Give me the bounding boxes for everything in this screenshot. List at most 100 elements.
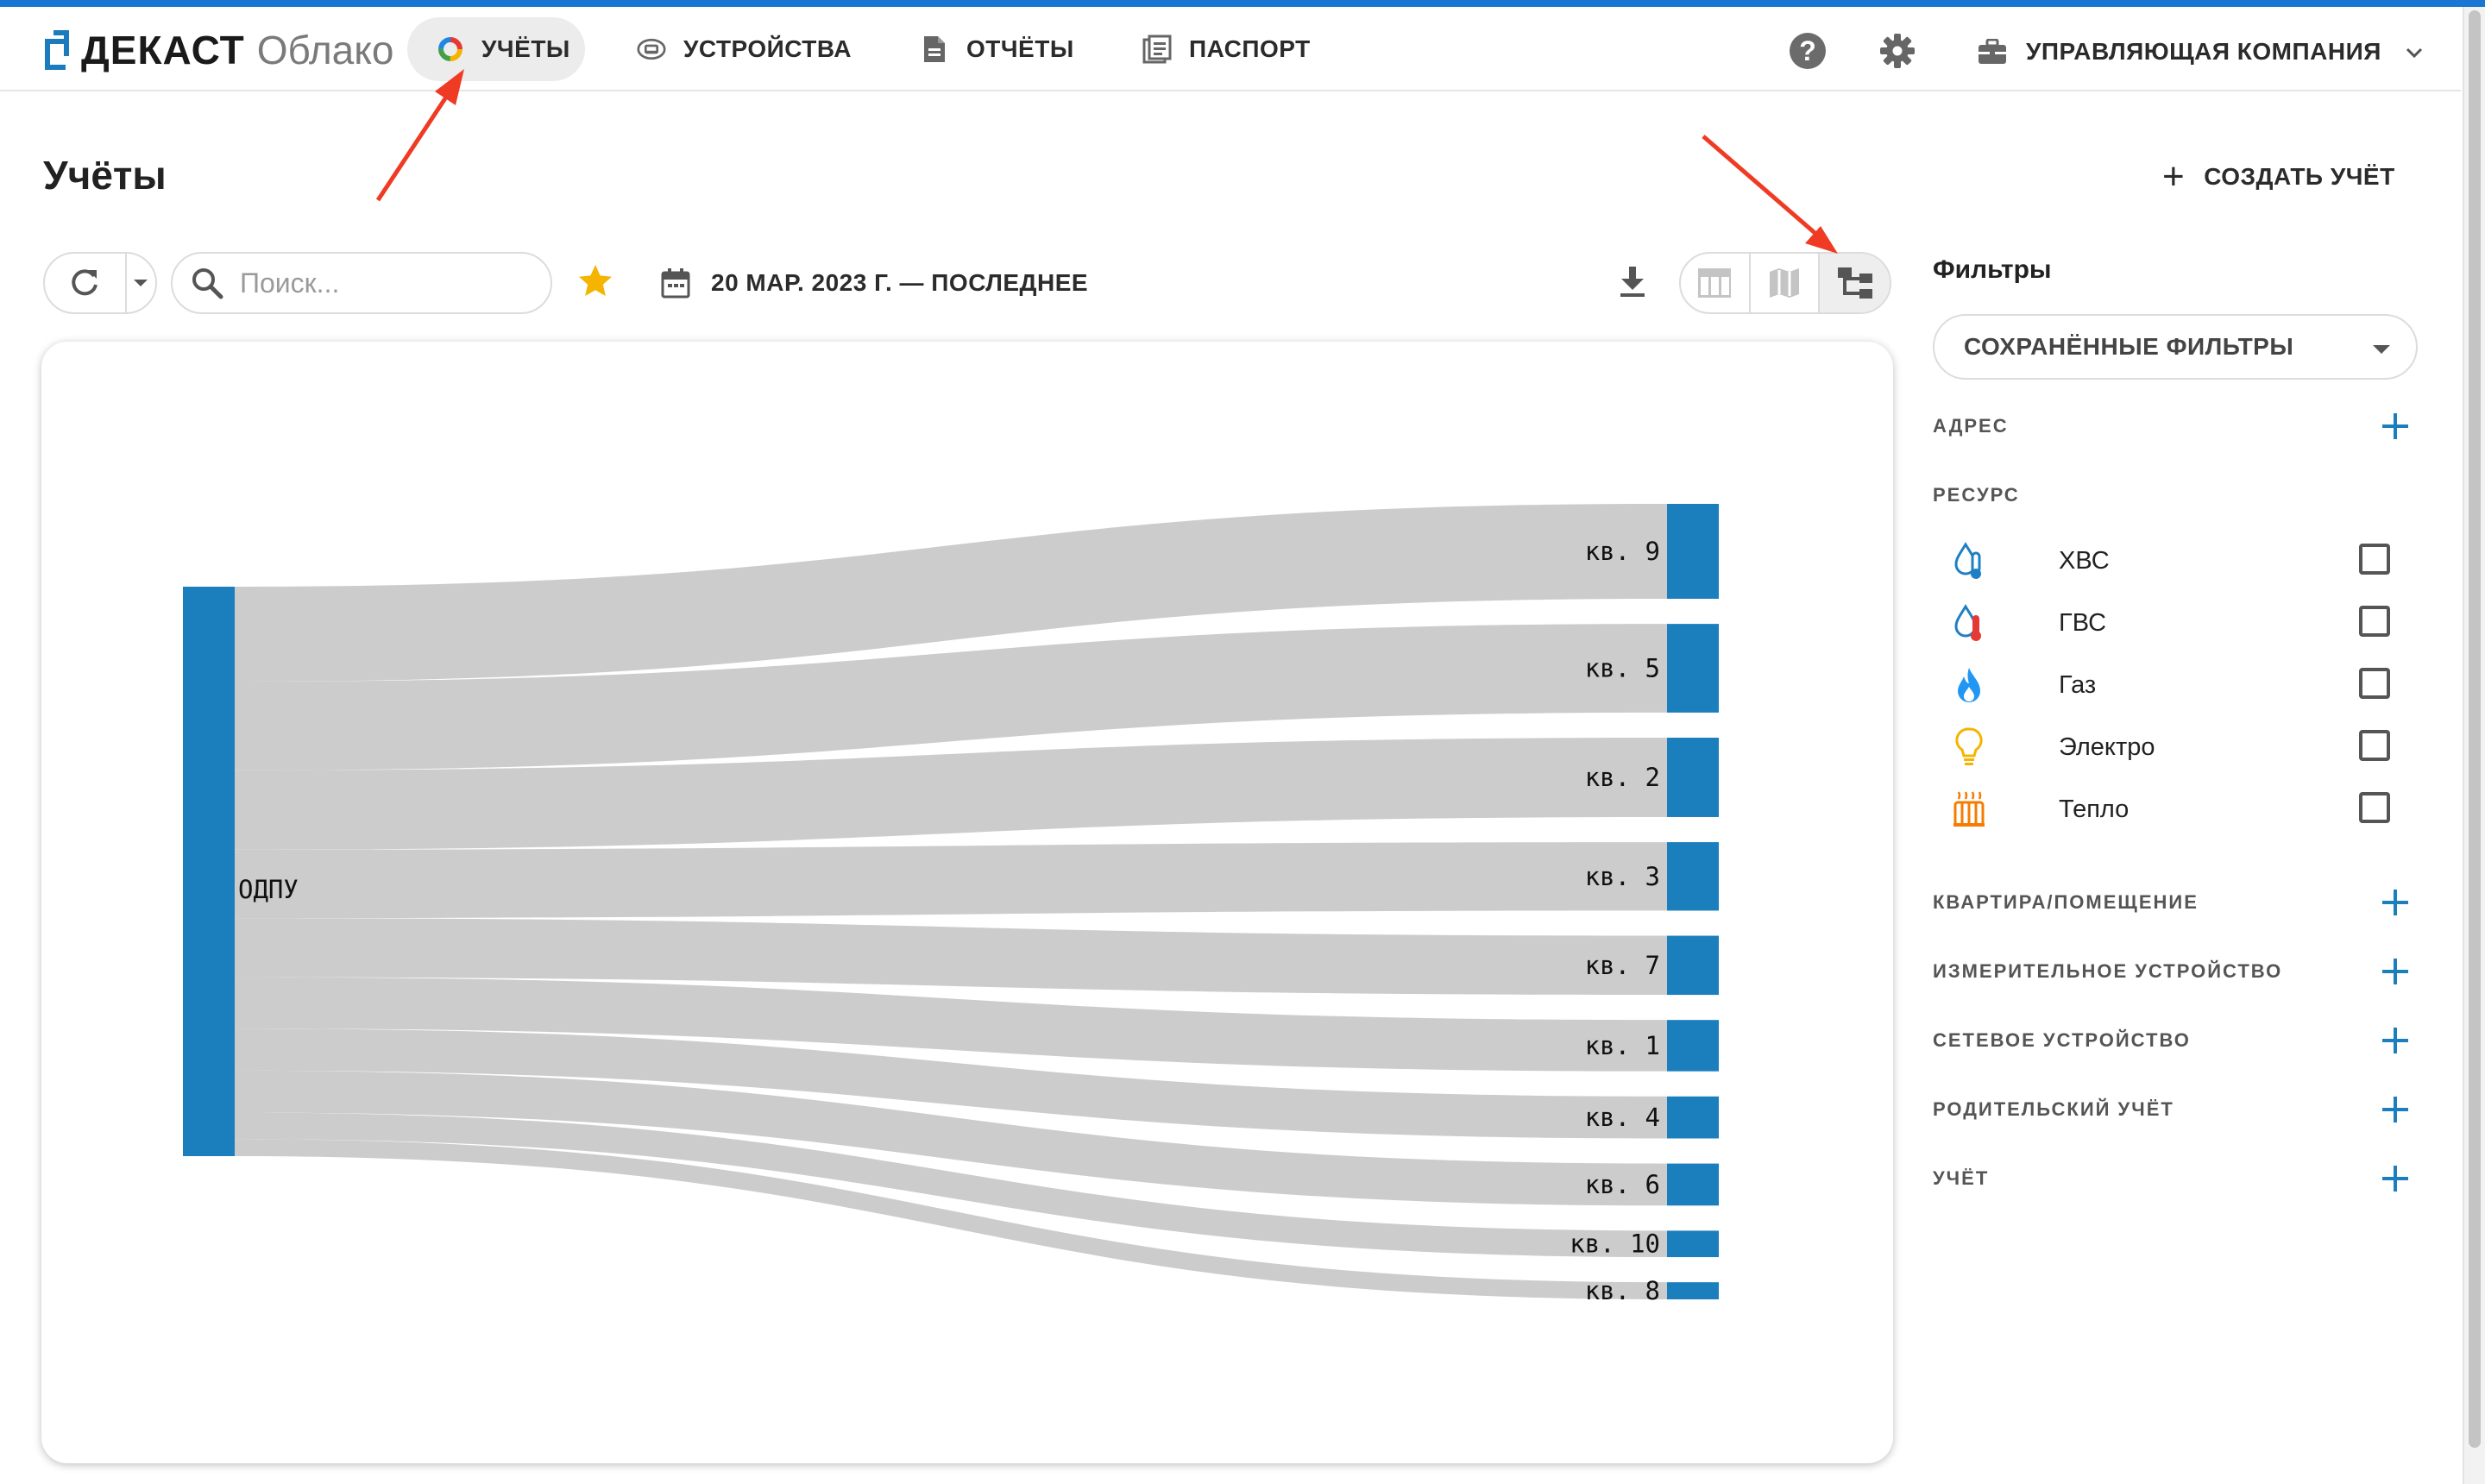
sankey-chart: ОДПУ кв. 9 кв. 5 кв. 2 кв. 3 кв. 7 кв. 1 кв. 4… — [183, 504, 1719, 1305]
tree-view-icon — [1837, 267, 1872, 299]
sankey-node-target[interactable] — [1667, 1096, 1719, 1139]
sankey-target-label: кв. 6 — [1585, 1170, 1660, 1199]
search-field[interactable] — [171, 252, 552, 314]
sankey-link[interactable] — [235, 842, 1667, 919]
page-scrollbar[interactable] — [2463, 7, 2485, 1484]
gas-flame-icon — [1950, 664, 1988, 706]
sankey-node-target[interactable] — [1667, 1163, 1719, 1206]
sankey-node-source[interactable] — [183, 587, 235, 1156]
nav-tab-label: ОТЧЁТЫ — [966, 35, 1074, 62]
sankey-target-label: кв. 4 — [1585, 1103, 1660, 1132]
filter-section-resource: РЕСУРС — [1933, 478, 2416, 512]
filter-section-account: УЧЁТ — [1933, 1161, 2416, 1196]
page-title: Учёты — [43, 153, 167, 198]
nav-tab-label: ПАСПОРТ — [1189, 35, 1311, 62]
add-meter-device-filter-icon[interactable] — [2378, 954, 2413, 989]
filter-section-label: КВАРТИРА/ПОМЕЩЕНИЕ — [1933, 891, 2199, 913]
create-account-button[interactable]: + СОЗДАТЬ УЧЁТ — [2162, 155, 2395, 198]
sankey-target-label: кв. 10 — [1570, 1229, 1660, 1259]
app-logo[interactable]: ДЕКАСТ Облако — [45, 26, 394, 74]
table-view-button[interactable] — [1681, 254, 1751, 312]
resource-label: Тепло — [2059, 795, 2130, 823]
company-selector[interactable]: УПРАВЛЯЮЩАЯ КОМПАНИЯ — [1978, 31, 2425, 72]
filter-section-label: РЕСУРС — [1933, 484, 2020, 506]
calendar-icon — [661, 268, 690, 299]
resource-filter-electricity[interactable]: Электро — [1950, 723, 2399, 771]
resource-label: Газ — [2059, 670, 2097, 699]
filter-section-parent-account: РОДИТЕЛЬСКИЙ УЧЁТ — [1933, 1092, 2416, 1127]
logo-brand: ДЕКАСТ — [81, 28, 245, 72]
filter-section-label: СЕТЕВОЕ УСТРОЙСТВО — [1933, 1029, 2191, 1051]
resource-checkbox[interactable] — [2359, 606, 2390, 637]
sankey-target-label: кв. 7 — [1585, 951, 1660, 980]
add-parent-account-filter-icon[interactable] — [2378, 1092, 2413, 1127]
create-account-label: СОЗДАТЬ УЧЁТ — [2204, 163, 2395, 190]
sankey-chart-card: ОДПУ кв. 9 кв. 5 кв. 2 кв. 3 кв. 7 кв. 1 кв. 4… — [41, 342, 1893, 1463]
caret-down-icon — [2373, 345, 2390, 354]
search-input[interactable] — [240, 267, 525, 299]
multicolor-ring-icon — [437, 35, 464, 64]
map-view-button[interactable] — [1751, 254, 1821, 312]
filter-section-label: ИЗМЕРИТЕЛЬНОЕ УСТРОЙСТВО — [1933, 960, 2283, 982]
sankey-node-target[interactable] — [1667, 935, 1719, 996]
add-account-filter-icon[interactable] — [2378, 1161, 2413, 1196]
saved-filters-label: СОХРАНЁННЫЕ ФИЛЬТРЫ — [1964, 333, 2294, 360]
filter-section-network-device: СЕТЕВОЕ УСТРОЙСТВО — [1933, 1023, 2416, 1058]
refresh-split-button — [43, 252, 157, 314]
sankey-node-target[interactable] — [1667, 738, 1719, 817]
sankey-target-label: кв. 2 — [1585, 763, 1660, 792]
nav-tab-accounts[interactable]: УЧЁТЫ — [407, 17, 585, 81]
sankey-target-label: кв. 8 — [1585, 1276, 1660, 1305]
nav-tab-label: УСТРОЙСТВА — [683, 35, 852, 62]
resource-checkbox[interactable] — [2359, 668, 2390, 699]
plus-icon: + — [2162, 155, 2186, 198]
nav-tab-passport[interactable]: ПАСПОРТ — [1113, 17, 1340, 81]
resource-label: ГВС — [2059, 608, 2107, 637]
sankey-target-label: кв. 9 — [1585, 537, 1660, 566]
resource-checkbox[interactable] — [2359, 544, 2390, 575]
add-address-filter-icon[interactable] — [2378, 409, 2413, 443]
gear-icon[interactable] — [1879, 33, 1916, 69]
briefcase-icon — [1978, 38, 2007, 65]
company-name: УПРАВЛЯЮЩАЯ КОМПАНИЯ — [2026, 38, 2381, 65]
sankey-source-label: ОДПУ — [238, 875, 299, 904]
resource-checkbox[interactable] — [2359, 792, 2390, 823]
add-apartment-filter-icon[interactable] — [2378, 885, 2413, 920]
filter-section-label: РОДИТЕЛЬСКИЙ УЧЁТ — [1933, 1098, 2174, 1120]
caret-down-icon — [134, 280, 148, 286]
date-range-picker[interactable]: 20 МАР. 2023 Г. — ПОСЛЕДНЕЕ — [661, 262, 1088, 304]
sankey-node-target[interactable] — [1667, 1020, 1719, 1072]
add-network-device-filter-icon[interactable] — [2378, 1023, 2413, 1058]
favorites-star-icon[interactable] — [576, 262, 614, 300]
sankey-node-target[interactable] — [1667, 504, 1719, 599]
refresh-options-dropdown[interactable] — [127, 254, 155, 312]
nav-tab-devices[interactable]: УСТРОЙСТВА — [607, 17, 881, 81]
resource-filter-cold-water[interactable]: ХВС — [1950, 537, 2399, 585]
sankey-node-target[interactable] — [1667, 1282, 1719, 1299]
refresh-icon — [72, 269, 98, 296]
sankey-node-target[interactable] — [1667, 1230, 1719, 1258]
sankey-node-target[interactable] — [1667, 624, 1719, 713]
app-header: ДЕКАСТ Облако УЧЁТЫ УСТРОЙСТВА ОТЧЁТЫ ПА… — [0, 7, 2461, 91]
top-accent-bar — [0, 0, 2485, 7]
sankey-node-target[interactable] — [1667, 842, 1719, 911]
download-icon[interactable] — [1614, 262, 1651, 300]
tree-view-button[interactable] — [1820, 254, 1890, 312]
refresh-button[interactable] — [45, 254, 127, 312]
scrollbar-thumb[interactable] — [2469, 10, 2481, 1448]
nav-tab-reports[interactable]: ОТЧЁТЫ — [890, 17, 1104, 81]
sankey-target-label: кв. 5 — [1585, 654, 1660, 683]
resource-label: Электро — [2059, 733, 2155, 761]
resource-filter-heat[interactable]: Тепло — [1950, 785, 2399, 833]
radiator-icon — [1950, 789, 1988, 830]
hot-water-icon — [1950, 602, 1988, 644]
resource-filter-hot-water[interactable]: ГВС — [1950, 599, 2399, 647]
help-icon[interactable]: ? — [1790, 33, 1826, 69]
resource-checkbox[interactable] — [2359, 730, 2390, 761]
saved-filters-select[interactable]: СОХРАНЁННЫЕ ФИЛЬТРЫ — [1933, 314, 2418, 380]
filter-section-label: АДРЕС — [1933, 415, 2009, 437]
chevron-down-icon — [2404, 41, 2425, 62]
cold-water-icon — [1950, 540, 1988, 582]
resource-filter-gas[interactable]: Газ — [1950, 661, 2399, 709]
device-icon — [637, 35, 666, 64]
